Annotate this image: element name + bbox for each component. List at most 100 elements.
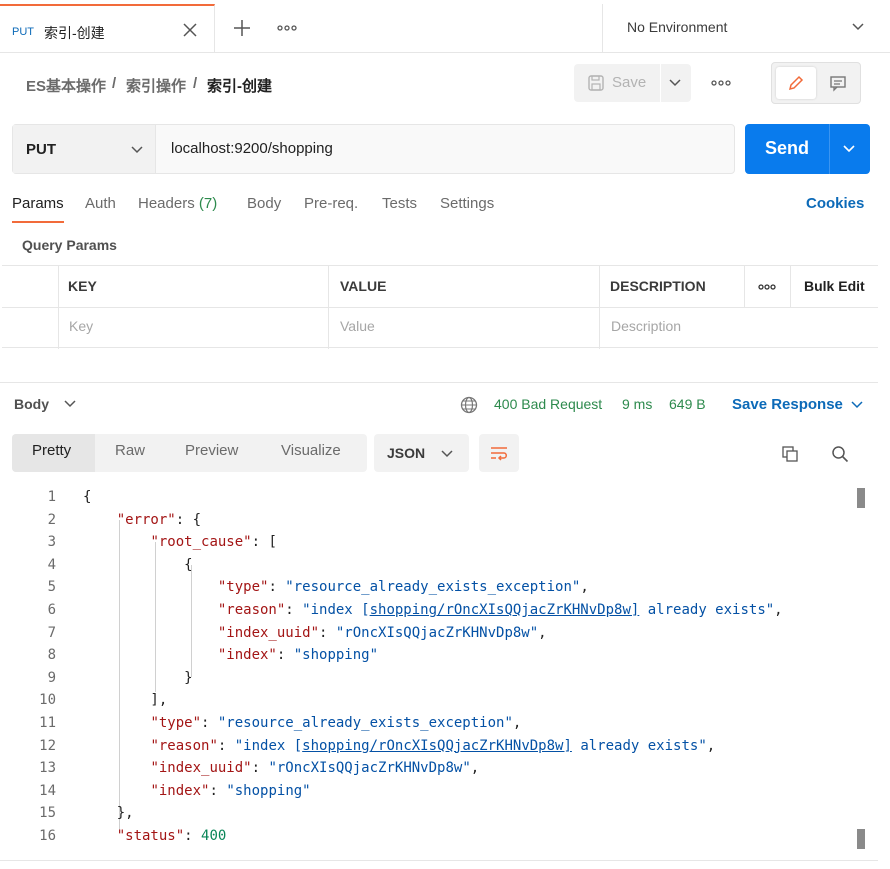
breadcrumb-separator: / — [112, 75, 117, 92]
line-number: 4 — [47, 556, 56, 573]
code-line: "type": "resource_already_exists_excepti… — [150, 715, 522, 731]
view-tab-raw[interactable]: Raw — [115, 442, 145, 459]
divider — [0, 860, 878, 861]
line-number: 16 — [39, 828, 56, 844]
view-tab-preview[interactable]: Preview — [185, 442, 238, 459]
divider — [599, 266, 600, 349]
request-url-bar: PUT localhost:9200/shopping — [12, 124, 735, 174]
code-line: ], — [83, 692, 168, 709]
new-tab-icon[interactable] — [230, 16, 254, 40]
line-number: 8 — [47, 647, 56, 664]
bulk-edit-button[interactable]: Bulk Edit — [804, 278, 865, 294]
line-number: 13 — [39, 760, 56, 777]
environment-selector[interactable]: No Environment — [602, 4, 890, 52]
line-number: 15 — [39, 805, 56, 822]
value-input[interactable]: Value — [340, 318, 375, 334]
response-body-label[interactable]: Body — [14, 396, 49, 412]
more-actions-icon[interactable] — [708, 73, 734, 93]
save-button-group: Save — [574, 64, 691, 102]
code-line: "index_uuid": "rOncXIsQQjacZrKHNvDp8w", — [217, 624, 547, 641]
code-line: "error": { — [116, 511, 202, 528]
key-input[interactable]: Key — [69, 318, 93, 334]
format-label: JSON — [387, 445, 426, 461]
chevron-down-icon[interactable] — [850, 398, 864, 412]
chevron-down-icon[interactable] — [666, 76, 684, 90]
line-number: 11 — [39, 715, 56, 731]
chevron-down-icon[interactable] — [63, 397, 77, 411]
status-badge[interactable]: 400 Bad Request — [494, 396, 602, 412]
send-button-group: Send — [745, 124, 870, 174]
tab-headers-label: Headers — [138, 195, 195, 212]
breadcrumb-item-collection[interactable]: ES基本操作 — [26, 75, 106, 96]
line-number: 5 — [47, 579, 56, 596]
chevron-down-icon[interactable] — [841, 142, 857, 156]
tab-method: PUT — [12, 26, 34, 38]
line-number: 1 — [47, 489, 56, 505]
response-code-view[interactable]: 1 {2 "error": {3 "root_cause": [4 {5 "typ… — [0, 486, 870, 851]
request-tab[interactable]: PUT 索引-创建 — [0, 4, 215, 52]
url-input[interactable]: localhost:9200/shopping — [171, 140, 333, 157]
format-select[interactable]: JSON — [374, 434, 469, 472]
more-tabs-icon[interactable] — [275, 16, 299, 40]
tab-tests[interactable]: Tests — [382, 195, 417, 212]
divider — [829, 124, 830, 174]
tab-auth[interactable]: Auth — [85, 195, 116, 212]
edit-icon[interactable] — [776, 67, 816, 99]
code-line: "root_cause": [ — [150, 534, 277, 551]
code-line: "type": "resource_already_exists_excepti… — [217, 579, 589, 596]
code-line: } — [83, 669, 193, 686]
query-params-title: Query Params — [22, 237, 117, 253]
wrap-lines-icon[interactable] — [479, 434, 519, 472]
search-icon[interactable] — [829, 444, 851, 464]
divider — [744, 266, 745, 307]
response-size[interactable]: 649 B — [669, 396, 706, 412]
line-number: 2 — [47, 511, 56, 528]
save-response-button[interactable]: Save Response — [732, 396, 843, 413]
globe-icon[interactable] — [459, 395, 479, 415]
code-line: "reason": "index [shopping/rOncXIsQQjacZ… — [150, 737, 716, 754]
chevron-down-icon — [849, 18, 867, 36]
scrollbar-thumb[interactable] — [857, 488, 865, 508]
more-options-icon[interactable] — [756, 280, 778, 294]
tab-settings[interactable]: Settings — [440, 195, 494, 212]
line-number: 3 — [47, 534, 56, 551]
chevron-down-icon — [440, 447, 454, 461]
view-tab-visualize[interactable]: Visualize — [281, 442, 341, 459]
scrollbar-thumb[interactable] — [857, 829, 865, 849]
app-window: PUT 索引-创建 No Environment ES基本操作 / 索引操作 /… — [0, 0, 890, 869]
line-number: 10 — [39, 692, 56, 709]
view-tab-pretty[interactable]: Pretty — [32, 442, 71, 459]
divider — [790, 266, 791, 307]
breadcrumb-separator: / — [193, 75, 198, 92]
tab-pre-request[interactable]: Pre-req. — [304, 195, 358, 212]
pane-divider[interactable] — [0, 382, 878, 383]
line-number: 14 — [39, 782, 56, 799]
line-number: 7 — [47, 624, 56, 641]
column-header-value: VALUE — [340, 278, 387, 294]
save-button[interactable]: Save — [612, 74, 646, 91]
mode-toggle — [771, 62, 861, 104]
code-line: { — [83, 489, 92, 505]
breadcrumb-item-folder[interactable]: 索引操作 — [126, 75, 186, 96]
code-line: "index": "shopping" — [217, 647, 379, 664]
code-line: "index": "shopping" — [150, 782, 311, 799]
method-label: PUT — [26, 141, 56, 158]
close-icon[interactable] — [180, 20, 200, 40]
comment-icon[interactable] — [818, 67, 858, 99]
line-number: 6 — [47, 602, 56, 618]
divider — [2, 307, 878, 308]
send-button[interactable]: Send — [765, 138, 809, 159]
cookies-link[interactable]: Cookies — [806, 195, 864, 212]
method-select[interactable]: PUT — [13, 125, 156, 173]
description-input[interactable]: Description — [611, 318, 681, 334]
copy-icon[interactable] — [779, 444, 801, 464]
tab-headers[interactable]: Headers (7) — [138, 195, 217, 212]
breadcrumb-item-request: 索引-创建 — [207, 78, 272, 95]
tab-body[interactable]: Body — [247, 195, 281, 212]
divider — [58, 266, 59, 349]
column-header-description: DESCRIPTION — [610, 278, 706, 294]
code-line: "status": 400 — [116, 828, 227, 844]
response-time[interactable]: 9 ms — [622, 396, 652, 412]
column-header-key: KEY — [68, 278, 97, 294]
tab-params[interactable]: Params — [12, 195, 64, 212]
